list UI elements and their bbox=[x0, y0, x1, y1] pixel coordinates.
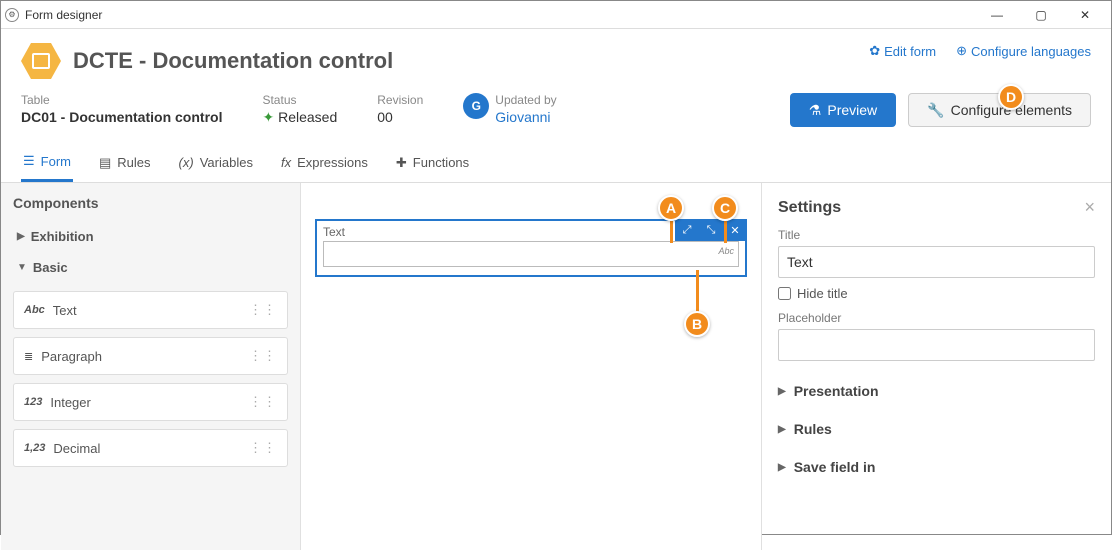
rules-icon: ▤ bbox=[99, 155, 111, 171]
minimize-button[interactable]: — bbox=[975, 1, 1019, 29]
component-text[interactable]: Abc Text ⋮⋮ bbox=[13, 291, 288, 329]
hide-title-checkbox[interactable]: Hide title bbox=[778, 286, 1095, 301]
maximize-button[interactable]: ▢ bbox=[1019, 1, 1063, 29]
page-title: DCTE - Documentation control bbox=[73, 48, 393, 74]
meta-table: Table DC01 - Documentation control bbox=[21, 93, 222, 125]
section-save-field-in[interactable]: ▶Save field in bbox=[778, 459, 1095, 475]
paragraph-type-icon: ≣ bbox=[24, 350, 33, 363]
component-decimal[interactable]: 1,23 Decimal ⋮⋮ bbox=[13, 429, 288, 467]
drag-handle-icon[interactable]: ⋮⋮ bbox=[249, 394, 277, 410]
canvas[interactable]: ⤢ ⤡ ✕ Text Abc bbox=[301, 183, 761, 550]
text-field-component[interactable]: ⤢ ⤡ ✕ Text Abc bbox=[315, 219, 747, 277]
drag-handle-icon[interactable]: ⋮⋮ bbox=[249, 302, 277, 318]
close-button[interactable]: ✕ bbox=[1063, 1, 1107, 29]
form-icon: ☰ bbox=[23, 153, 35, 169]
callout-d: D bbox=[998, 84, 1024, 110]
tab-variables[interactable]: (x)Variables bbox=[177, 145, 255, 182]
group-basic[interactable]: ▼Basic bbox=[13, 252, 288, 283]
placeholder-field-label: Placeholder bbox=[778, 311, 1095, 325]
tab-rules[interactable]: ▤Rules bbox=[97, 145, 153, 182]
meta-status: Status ✦ Released bbox=[262, 93, 337, 126]
component-paragraph[interactable]: ≣ Paragraph ⋮⋮ bbox=[13, 337, 288, 375]
callout-a: A bbox=[658, 195, 684, 221]
text-type-badge-icon: Abc bbox=[718, 246, 734, 256]
chevron-right-icon: ▶ bbox=[778, 386, 786, 397]
close-settings-icon[interactable]: × bbox=[1084, 197, 1095, 218]
updated-by-user-link[interactable]: Giovanni bbox=[495, 109, 556, 125]
decimal-type-icon: 1,23 bbox=[24, 442, 45, 454]
placeholder-input[interactable] bbox=[778, 329, 1095, 361]
tabs: ☰Form ▤Rules (x)Variables fxExpressions … bbox=[1, 145, 1111, 183]
released-badge-icon: ✦ bbox=[262, 109, 274, 125]
title-input[interactable] bbox=[778, 246, 1095, 278]
expand-width-icon[interactable]: ⤢ bbox=[675, 219, 699, 241]
callout-b: B bbox=[684, 311, 710, 337]
functions-icon: ✚ bbox=[396, 155, 407, 171]
meta-revision: Revision 00 bbox=[377, 93, 423, 125]
title-field-label: Title bbox=[778, 228, 1095, 242]
field-toolbar: ⤢ ⤡ ✕ bbox=[675, 219, 747, 241]
chevron-right-icon: ▶ bbox=[778, 424, 786, 435]
gear-icon: ✿ bbox=[869, 43, 880, 59]
page-header: DCTE - Documentation control ✿ Edit form… bbox=[1, 29, 1111, 135]
document-hexagon-icon bbox=[21, 41, 61, 81]
configure-languages-link[interactable]: ⊕ Configure languages bbox=[956, 43, 1091, 59]
globe-icon: ⊕ bbox=[956, 43, 967, 59]
wrench-icon: 🔧 bbox=[927, 102, 944, 119]
variables-icon: (x) bbox=[179, 155, 194, 170]
title-bar: ⚙ Form designer — ▢ ✕ bbox=[1, 1, 1111, 29]
drag-handle-icon[interactable]: ⋮⋮ bbox=[249, 348, 277, 364]
expressions-icon: fx bbox=[281, 155, 291, 170]
shrink-width-icon[interactable]: ⤡ bbox=[699, 219, 723, 241]
callout-c: C bbox=[712, 195, 738, 221]
chevron-right-icon: ▶ bbox=[17, 231, 25, 242]
group-exhibition[interactable]: ▶Exhibition bbox=[13, 221, 288, 252]
preview-button[interactable]: ⚗ Preview bbox=[790, 93, 896, 127]
components-heading: Components bbox=[13, 195, 288, 211]
avatar: G bbox=[463, 93, 489, 119]
field-input-preview: Abc bbox=[323, 241, 739, 267]
settings-heading: Settings bbox=[778, 199, 1084, 217]
app-icon: ⚙ bbox=[5, 8, 19, 22]
chevron-down-icon: ▼ bbox=[17, 262, 27, 273]
settings-panel: Settings × Title Hide title Placeholder … bbox=[761, 183, 1111, 550]
section-presentation[interactable]: ▶Presentation bbox=[778, 383, 1095, 399]
section-rules[interactable]: ▶Rules bbox=[778, 421, 1095, 437]
integer-type-icon: 123 bbox=[24, 396, 42, 408]
chevron-right-icon: ▶ bbox=[778, 462, 786, 473]
meta-updated-by: G Updated by Giovanni bbox=[463, 93, 556, 125]
window-title: Form designer bbox=[25, 8, 975, 22]
edit-form-link[interactable]: ✿ Edit form bbox=[869, 43, 936, 59]
drag-handle-icon[interactable]: ⋮⋮ bbox=[249, 440, 277, 456]
components-sidebar: Components ▶Exhibition ▼Basic Abc Text ⋮… bbox=[1, 183, 301, 550]
tab-functions[interactable]: ✚Functions bbox=[394, 145, 471, 182]
component-integer[interactable]: 123 Integer ⋮⋮ bbox=[13, 383, 288, 421]
tab-form[interactable]: ☰Form bbox=[21, 145, 73, 182]
text-type-icon: Abc bbox=[24, 304, 45, 316]
flask-icon: ⚗ bbox=[809, 102, 822, 119]
tab-expressions[interactable]: fxExpressions bbox=[279, 145, 370, 182]
